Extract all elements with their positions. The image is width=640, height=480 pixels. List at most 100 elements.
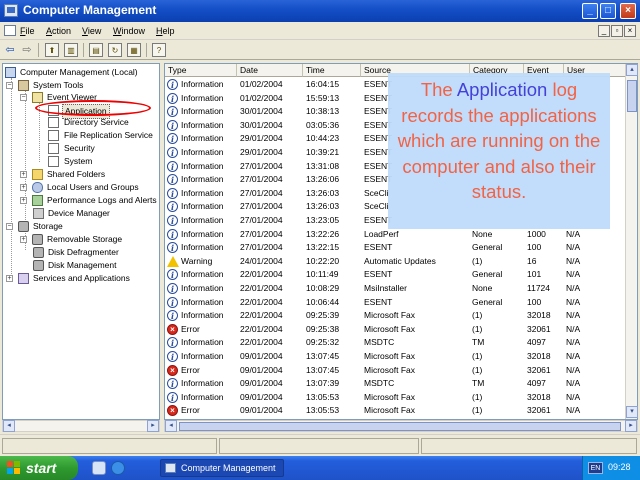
clock[interactable]: 09:28 — [608, 462, 631, 472]
menu-view[interactable]: View — [82, 26, 101, 36]
information-icon: i — [167, 391, 178, 403]
cell-source: Microsoft Fax — [364, 310, 416, 321]
child-restore-button[interactable]: ▫ — [611, 25, 623, 37]
menu-action[interactable]: Action — [46, 26, 71, 36]
start-label: start — [26, 460, 57, 476]
event-row[interactable]: i Information 09/01/2004 13:07:39 MSDTC TM 409… — [165, 377, 625, 391]
event-row[interactable]: i Information 27/01/2004 13:22:15 ESENT Gener… — [165, 241, 625, 255]
cell-user: N/A — [566, 378, 581, 389]
cell-source: Microsoft Fax — [364, 351, 416, 361]
scroll-thumb[interactable] — [179, 422, 621, 431]
users-icon — [32, 182, 43, 193]
information-icon: i — [167, 215, 178, 226]
expand-icon[interactable]: + — [6, 275, 13, 282]
cell-date: 09/01/2004 — [240, 391, 283, 402]
close-button[interactable]: × — [620, 3, 636, 19]
console-icon[interactable] — [4, 25, 16, 36]
cell-source: MSDTC — [364, 337, 395, 348]
collapse-icon[interactable]: − — [6, 223, 13, 230]
show-desktop-icon[interactable] — [92, 461, 106, 475]
cell-date: 27/01/2004 — [240, 201, 283, 212]
minimize-button[interactable]: _ — [582, 3, 598, 19]
export-list-icon[interactable]: ▦ — [127, 43, 141, 57]
cell-date: 27/01/2004 — [240, 174, 283, 185]
column-header-date[interactable]: Date — [237, 64, 303, 77]
event-row[interactable]: i Information 22/01/2004 09:25:32 MSDTC TM 409… — [165, 336, 625, 350]
expand-icon[interactable]: + — [20, 236, 27, 243]
column-header-type[interactable]: Type — [165, 64, 237, 77]
information-icon: i — [167, 242, 178, 254]
event-row[interactable]: i Information 09/01/2004 13:05:53 Microsoft … — [165, 391, 625, 405]
information-icon: i — [167, 283, 178, 294]
collapse-icon[interactable]: − — [20, 94, 27, 101]
help-icon[interactable]: ? — [152, 43, 166, 57]
language-indicator[interactable]: EN — [588, 462, 603, 474]
event-row[interactable]: × Error 22/01/2004 09:25:38 Microsoft Fax (1)… — [165, 323, 625, 337]
event-row[interactable]: i Information 22/01/2004 10:11:49 ESENT Gener… — [165, 268, 625, 282]
back-arrow-icon[interactable]: ⇦ — [3, 43, 17, 57]
internet-explorer-icon[interactable] — [111, 461, 125, 475]
performance-icon — [32, 195, 43, 206]
properties-icon[interactable]: ▤ — [89, 43, 103, 57]
cell-date: 22/01/2004 — [240, 296, 283, 307]
event-row[interactable]: i Information 09/01/2004 13:07:45 Microsoft … — [165, 350, 625, 364]
forward-arrow-icon[interactable]: ⇨ — [20, 43, 34, 57]
cell-type: Information — [181, 174, 224, 185]
error-icon: × — [167, 405, 178, 417]
maximize-button[interactable]: □ — [600, 3, 616, 19]
scroll-left-icon[interactable]: ◂ — [3, 420, 15, 432]
cell-date: 09/01/2004 — [240, 405, 283, 416]
cell-event: 100 — [527, 296, 542, 307]
menu-help[interactable]: Help — [156, 26, 175, 36]
cell-date: 27/01/2004 — [240, 228, 283, 239]
show-hide-tree-icon[interactable]: ▥ — [64, 43, 78, 57]
cell-type: Warning — [181, 255, 213, 266]
scroll-thumb[interactable] — [627, 80, 637, 112]
column-header-time[interactable]: Time — [303, 64, 361, 77]
scroll-up-icon[interactable]: ▴ — [626, 64, 638, 76]
menu-file[interactable]: File — [20, 26, 35, 36]
console-tree[interactable]: Computer Management (Local) − System Too… — [2, 63, 160, 420]
up-folder-icon[interactable]: ⬆ — [45, 43, 59, 57]
list-horizontal-scrollbar[interactable]: ◂ ▸ — [164, 420, 638, 432]
cell-category: (1) — [472, 351, 483, 361]
cell-user: N/A — [566, 296, 581, 307]
taskbar-computer-management[interactable]: Computer Management — [160, 459, 284, 477]
expand-icon[interactable]: + — [20, 197, 27, 204]
status-pane — [2, 438, 217, 454]
event-row[interactable]: × Error 09/01/2004 13:07:45 Microsoft Fax (1)… — [165, 364, 625, 378]
cell-date: 09/01/2004 — [240, 378, 283, 389]
menu-bar: File Action View Window Help _ ▫ × — [0, 22, 640, 40]
child-minimize-button[interactable]: _ — [598, 25, 610, 37]
scroll-right-icon[interactable]: ▸ — [625, 420, 637, 432]
menu-window[interactable]: Window — [113, 26, 145, 36]
event-row[interactable]: i Information 22/01/2004 09:25:39 Microsoft … — [165, 309, 625, 323]
expand-icon[interactable]: + — [20, 184, 27, 191]
event-row[interactable]: × Error 09/01/2004 13:05:53 Microsoft Fax (1)… — [165, 404, 625, 418]
cell-time: 16:04:15 — [306, 79, 340, 89]
folder-icon — [32, 169, 43, 180]
scroll-down-icon[interactable]: ▾ — [626, 406, 638, 418]
scroll-right-icon[interactable]: ▸ — [147, 420, 159, 432]
log-icon — [48, 130, 59, 141]
expand-icon[interactable]: + — [20, 171, 27, 178]
cell-time: 13:26:03 — [306, 201, 340, 212]
start-button[interactable]: start — [0, 456, 78, 480]
cell-category: General — [472, 242, 503, 253]
event-row[interactable]: i Information 27/01/2004 13:22:26 LoadPerf No… — [165, 228, 625, 242]
refresh-icon[interactable]: ↻ — [108, 43, 122, 57]
scroll-left-icon[interactable]: ◂ — [165, 420, 177, 432]
event-row[interactable]: Warning 24/01/2004 10:22:20 Automatic Updat… — [165, 255, 625, 269]
cell-source: Automatic Updates — [364, 255, 436, 266]
event-row[interactable]: i Information 22/01/2004 10:06:44 ESENT Gener… — [165, 296, 625, 310]
error-icon: × — [167, 364, 178, 376]
list-vertical-scrollbar[interactable]: ▴ ▾ — [625, 64, 638, 419]
cell-date: 29/01/2004 — [240, 147, 283, 157]
tree-horizontal-scrollbar[interactable]: ◂ ▸ — [2, 420, 160, 432]
cell-type: Information — [181, 337, 224, 348]
cell-source: Microsoft Fax — [364, 364, 416, 375]
event-row[interactable]: i Information 22/01/2004 10:08:29 MsiInstall… — [165, 282, 625, 296]
services-icon — [18, 273, 29, 284]
child-close-button[interactable]: × — [624, 25, 636, 37]
collapse-icon[interactable]: − — [6, 82, 13, 89]
